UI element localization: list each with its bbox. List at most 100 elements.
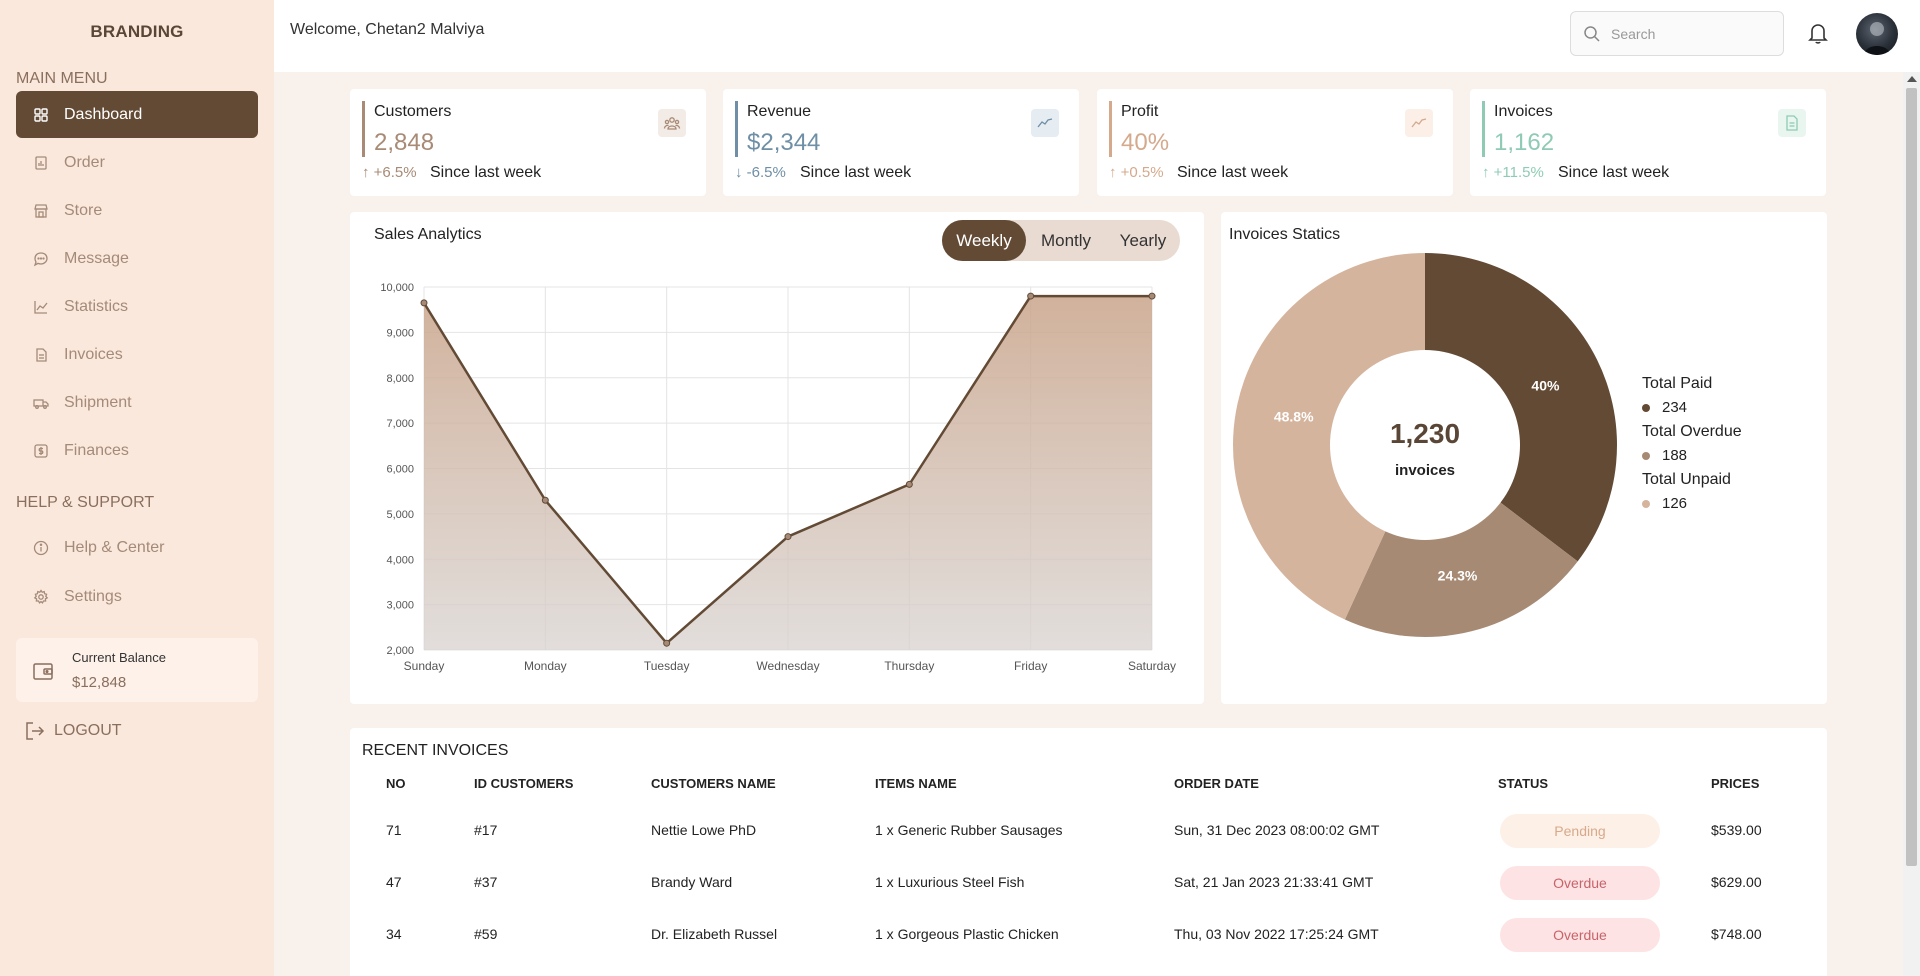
column-header: STATUS — [1498, 776, 1549, 791]
column-header: ID CUSTOMERS — [474, 776, 574, 791]
table-row[interactable]: 71 #17 Nettie Lowe PhD 1 x Generic Rubbe… — [350, 804, 1827, 856]
current-balance-card: Current Balance $12,848 — [16, 638, 258, 702]
sales-analytics-card: 2,000 3,000 4,000 5,000 6,000 7,000 8,000 9,000… — [350, 212, 1204, 704]
column-header: ORDER DATE — [1174, 776, 1259, 791]
cell-item: 1 x Generic Rubber Sausages — [875, 822, 1063, 838]
status-badge: Pending — [1500, 814, 1660, 848]
stat-value: 2,848 — [374, 129, 435, 156]
slice-label: 40% — [1531, 377, 1560, 393]
cell-name: Dr. Elizabeth Russel — [651, 926, 778, 942]
sidebar-item-label: Order — [64, 153, 105, 171]
users-icon — [658, 109, 686, 137]
balance-label: Current Balance — [72, 650, 166, 665]
cell-id: #59 — [474, 926, 498, 942]
document-icon — [1778, 109, 1806, 137]
stat-title: Profit — [1121, 103, 1159, 120]
cell-no: 34 — [386, 926, 402, 942]
x-tick-label: Monday — [524, 659, 567, 673]
x-tick-label: Tuesday — [644, 659, 690, 673]
logout-label: LOGOUT — [54, 722, 122, 739]
x-tick-label: Friday — [1014, 659, 1047, 673]
period-toggle: Weekly Montly Yearly — [942, 220, 1180, 261]
sidebar-item-invoices[interactable]: Invoices — [16, 331, 258, 378]
sidebar-item-settings[interactable]: Settings — [16, 573, 258, 620]
y-tick-label: 6,000 — [386, 464, 414, 476]
legend-name: Total Paid — [1642, 375, 1713, 392]
donut-center-label: invoices — [1395, 462, 1455, 479]
data-point — [541, 496, 549, 504]
toggle-weekly[interactable]: Weekly — [942, 220, 1026, 261]
shipment-icon — [32, 394, 50, 412]
legend-count: 188 — [1662, 447, 1688, 464]
legend-count: 126 — [1662, 495, 1688, 512]
donut-center-value: 1,230 — [1390, 418, 1460, 449]
balance-value: $12,848 — [72, 674, 127, 691]
column-header: NO — [386, 776, 406, 791]
statistics-icon — [32, 298, 50, 316]
stat-since: Since last week — [1558, 164, 1670, 181]
stat-since: Since last week — [800, 164, 912, 181]
x-tick-label: Wednesday — [756, 659, 819, 673]
line-chart-icon — [1405, 109, 1433, 137]
scroll-up-arrow-icon[interactable] — [1907, 76, 1917, 82]
y-tick-label: 8,000 — [386, 373, 414, 385]
sidebar-item-shipment[interactable]: Shipment — [16, 379, 258, 426]
gear-icon — [32, 588, 50, 606]
cell-name: Nettie Lowe PhD — [651, 822, 757, 838]
sidebar-item-help[interactable]: Help & Center — [16, 524, 258, 571]
sidebar-item-finances[interactable]: Finances — [16, 427, 258, 474]
x-tick-label: Sunday — [404, 659, 445, 673]
y-tick-label: 3,000 — [386, 600, 414, 612]
sidebar-item-message[interactable]: Message — [16, 235, 258, 282]
sidebar-item-label: Statistics — [64, 297, 129, 315]
line-chart-icon — [1031, 109, 1059, 137]
sidebar-item-store[interactable]: Store — [16, 187, 258, 234]
cell-item: 1 x Luxurious Steel Fish — [875, 874, 1025, 890]
table-row[interactable]: 47 #37 Brandy Ward 1 x Luxurious Steel F… — [350, 856, 1827, 908]
slice-label: 48.8% — [1274, 408, 1314, 424]
sidebar-item-dashboard[interactable]: Dashboard — [16, 91, 258, 138]
sidebar-item-label: Dashboard — [64, 105, 143, 123]
x-tick-label: Thursday — [884, 659, 934, 673]
cell-date: Sun, 31 Dec 2023 08:00:02 GMT — [1174, 822, 1380, 838]
y-tick-label: 9,000 — [386, 327, 414, 339]
stat-title: Customers — [374, 103, 452, 120]
y-tick-label: 5,000 — [386, 509, 414, 521]
table-row[interactable]: 34 #59 Dr. Elizabeth Russel 1 x Gorgeous… — [350, 908, 1827, 960]
cell-no: 47 — [386, 874, 402, 890]
logout-button[interactable]: LOGOUT — [24, 718, 122, 744]
stat-value: $2,344 — [747, 129, 821, 156]
cell-no: 71 — [386, 822, 402, 838]
stat-since: Since last week — [430, 164, 542, 181]
column-header: CUSTOMERS NAME — [651, 776, 776, 791]
user-avatar[interactable] — [1856, 13, 1898, 55]
legend-dot — [1642, 500, 1650, 508]
y-tick-label: 4,000 — [386, 554, 414, 566]
sidebar-item-label: Invoices — [64, 345, 123, 363]
data-point — [420, 299, 428, 307]
toggle-monthly[interactable]: Montly — [1026, 220, 1106, 261]
stat-title: Revenue — [747, 103, 812, 120]
data-point — [663, 639, 671, 647]
invoice-icon — [32, 346, 50, 364]
notification-bell-icon[interactable] — [1806, 20, 1830, 46]
order-icon — [32, 154, 50, 172]
donut-legend: Total Paid 234 Total Overdue 188 Total U… — [1642, 372, 1742, 516]
stat-card-invoices: Invoices 1,162 ↑ +11.5% Since last week — [1470, 89, 1826, 196]
sidebar-item-order[interactable]: Order — [16, 139, 258, 186]
top-header: Welcome, Chetan2 Malviya — [274, 0, 1920, 72]
card-title: Invoices Statics — [1229, 226, 1341, 243]
data-point — [905, 480, 913, 488]
stat-card-customers: Customers 2,848 ↑ +6.5% Since last week — [350, 89, 706, 196]
info-icon — [32, 539, 50, 557]
search-box[interactable] — [1570, 11, 1784, 56]
main-menu-label: MAIN MENU — [16, 70, 108, 87]
accent-bar — [1482, 101, 1485, 157]
search-input[interactable] — [1611, 25, 1761, 42]
scrollbar-thumb[interactable] — [1906, 88, 1917, 866]
legend-count: 234 — [1662, 399, 1688, 416]
sidebar-item-statistics[interactable]: Statistics — [16, 283, 258, 330]
sidebar-item-label: Shipment — [64, 393, 132, 411]
toggle-yearly[interactable]: Yearly — [1106, 220, 1180, 261]
wallet-icon — [32, 660, 54, 682]
